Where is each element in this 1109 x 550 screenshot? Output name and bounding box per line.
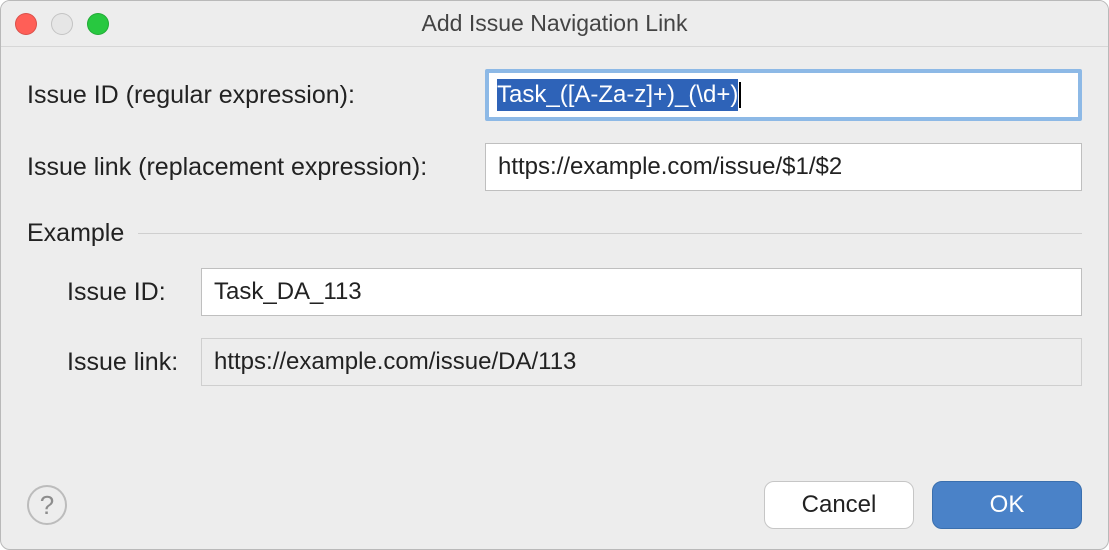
example-issue-id-field-wrap (201, 268, 1082, 316)
issue-id-label: Issue ID (regular expression): (27, 81, 485, 110)
issue-id-field-wrap: Task_([A-Za-z]+)_(\d+) (485, 69, 1082, 121)
issue-link-row: Issue link (replacement expression): (27, 143, 1082, 191)
example-issue-link-field-wrap: https://example.com/issue/DA/113 (201, 338, 1082, 386)
traffic-lights (15, 13, 109, 35)
example-block: Issue ID: Issue link: https://example.co… (27, 268, 1082, 408)
ok-button[interactable]: OK (932, 481, 1082, 529)
issue-link-label: Issue link (replacement expression): (27, 153, 485, 182)
dialog-window: Add Issue Navigation Link Issue ID (regu… (0, 0, 1109, 550)
minimize-icon (51, 13, 73, 35)
example-section-header: Example (27, 219, 1082, 248)
titlebar: Add Issue Navigation Link (1, 1, 1108, 47)
example-issue-link-label: Issue link: (27, 348, 201, 377)
example-issue-link-row: Issue link: https://example.com/issue/DA… (27, 338, 1082, 386)
example-issue-id-row: Issue ID: (27, 268, 1082, 316)
issue-id-input[interactable]: Task_([A-Za-z]+)_(\d+) (485, 69, 1082, 121)
example-section-label: Example (27, 219, 124, 248)
dialog-content: Issue ID (regular expression): Task_([A-… (1, 47, 1108, 481)
close-icon[interactable] (15, 13, 37, 35)
help-icon[interactable]: ? (27, 485, 67, 525)
example-issue-link-value: https://example.com/issue/DA/113 (214, 348, 576, 376)
text-caret (739, 82, 741, 108)
question-mark-icon: ? (40, 490, 54, 521)
example-issue-id-input[interactable] (201, 268, 1082, 316)
divider (138, 233, 1082, 234)
issue-id-row: Issue ID (regular expression): Task_([A-… (27, 69, 1082, 121)
issue-id-value-selected: Task_([A-Za-z]+)_(\d+) (497, 79, 738, 112)
zoom-icon[interactable] (87, 13, 109, 35)
issue-link-field-wrap (485, 143, 1082, 191)
cancel-button[interactable]: Cancel (764, 481, 914, 529)
dialog-footer: ? Cancel OK (1, 481, 1108, 549)
issue-link-input[interactable] (485, 143, 1082, 191)
dialog-title: Add Issue Navigation Link (1, 10, 1108, 37)
example-issue-id-label: Issue ID: (27, 278, 201, 307)
example-issue-link-output: https://example.com/issue/DA/113 (201, 338, 1082, 386)
